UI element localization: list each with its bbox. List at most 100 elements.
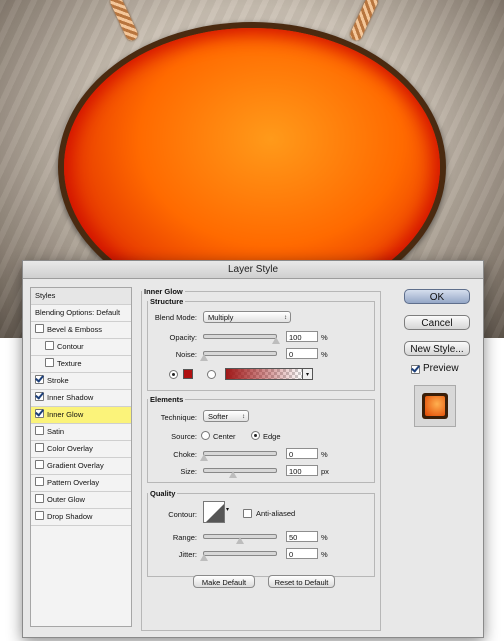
range-field[interactable]: 50 [286, 531, 318, 542]
anti-aliased-checkbox[interactable] [243, 509, 252, 518]
noise-slider-thumb[interactable] [200, 354, 208, 361]
contour-label: Contour: [168, 510, 197, 519]
style-item-label: Satin [47, 427, 65, 436]
style-item-checkbox[interactable] [45, 341, 54, 350]
choke-slider-thumb[interactable] [200, 454, 208, 461]
style-item-outer-glow[interactable]: Outer Glow [31, 492, 131, 509]
noise-unit: % [321, 350, 328, 359]
ok-button[interactable]: OK [404, 289, 470, 304]
inner-glow-title: Inner Glow [144, 287, 183, 296]
chevron-updown-icon: ↕ [242, 414, 245, 420]
style-item-checkbox[interactable] [45, 358, 54, 367]
style-item-inner-shadow[interactable]: Inner Shadow [31, 390, 131, 407]
source-label: Source: [171, 432, 197, 441]
preview-label[interactable]: Preview [423, 363, 459, 374]
size-field[interactable]: 100 [286, 465, 318, 476]
style-item-gradient-overlay[interactable]: Gradient Overlay [31, 458, 131, 475]
style-item-label: Inner Glow [47, 410, 84, 419]
style-item-label: Outer Glow [47, 495, 85, 504]
style-item-bevel-emboss[interactable]: Bevel & Emboss [31, 322, 131, 339]
style-item-color-overlay[interactable]: Color Overlay [31, 441, 131, 458]
noise-slider[interactable] [200, 351, 277, 361]
style-item-label: Color Overlay [47, 444, 93, 453]
style-item-checkbox[interactable] [35, 460, 44, 469]
technique-select[interactable]: Softer ↕ [203, 410, 249, 422]
choke-unit: % [321, 450, 328, 459]
choke-field[interactable]: 0 [286, 448, 318, 459]
reset-to-default-button[interactable]: Reset to Default [268, 575, 335, 588]
preview-swatch [422, 393, 448, 419]
technique-label: Technique: [160, 413, 197, 422]
style-item-checkbox[interactable] [35, 392, 44, 401]
contour-picker[interactable] [203, 501, 225, 523]
style-item-checkbox[interactable] [35, 409, 44, 418]
range-slider[interactable] [203, 534, 277, 544]
glow-gradient-picker[interactable] [225, 368, 303, 380]
jitter-slider-thumb[interactable] [200, 554, 208, 561]
preview-swatch-glow [425, 396, 445, 416]
contour-curve-icon [206, 504, 224, 522]
layer-style-dialog: Layer Style Styles Blending Options: Def… [22, 260, 484, 638]
size-slider-thumb[interactable] [228, 471, 237, 478]
quality-title: Quality [150, 489, 176, 498]
jitter-unit: % [321, 550, 328, 559]
size-label: Size: [180, 467, 197, 476]
style-item-label: Texture [57, 359, 82, 368]
gradient-source-radio[interactable] [207, 370, 216, 379]
style-item-checkbox[interactable] [35, 511, 44, 520]
range-slider-thumb[interactable] [236, 537, 244, 544]
style-item-checkbox[interactable] [35, 443, 44, 452]
make-default-button[interactable]: Make Default [193, 575, 255, 588]
jitter-label: Jitter: [178, 550, 197, 559]
opacity-unit: % [321, 333, 328, 342]
contour-dropdown-arrow[interactable]: ▾ [226, 506, 229, 513]
inner-glow-panel: Inner Glow Structure Blend Mode: Multipl… [141, 287, 381, 632]
jitter-field[interactable]: 0 [286, 548, 318, 559]
size-slider[interactable] [203, 468, 277, 478]
new-style-button[interactable]: New Style... [404, 341, 470, 356]
style-item-satin[interactable]: Satin [31, 424, 131, 441]
color-source-radio[interactable] [169, 370, 178, 379]
style-item-label: Gradient Overlay [47, 461, 104, 470]
size-unit: px [321, 467, 329, 476]
anti-aliased-label[interactable]: Anti-aliased [256, 509, 295, 518]
technique-value: Softer [208, 412, 229, 421]
style-item-drop-shadow[interactable]: Drop Shadow [31, 509, 131, 526]
opacity-slider-thumb[interactable] [272, 337, 280, 344]
style-item-checkbox[interactable] [35, 324, 44, 333]
styles-items: Blending Options: Default Bevel & Emboss C… [31, 305, 131, 526]
style-item-label: Blending Options: Default [35, 308, 121, 317]
choke-slider[interactable] [200, 451, 277, 461]
source-edge-label[interactable]: Edge [263, 432, 281, 441]
style-item-label: Contour [57, 342, 84, 351]
source-center-label[interactable]: Center [213, 432, 236, 441]
styles-header[interactable]: Styles [31, 288, 131, 305]
noise-label: Noise: [175, 350, 197, 359]
style-item-texture[interactable]: Texture [31, 356, 131, 373]
style-item-inner-glow[interactable]: Inner Glow [31, 407, 131, 424]
cancel-button[interactable]: Cancel [404, 315, 470, 330]
dialog-title[interactable]: Layer Style [23, 261, 483, 279]
noise-field[interactable]: 0 [286, 348, 318, 359]
style-item-checkbox[interactable] [35, 494, 44, 503]
jitter-slider[interactable] [200, 551, 277, 561]
elements-title: Elements [150, 395, 184, 404]
style-item-blending-options-default[interactable]: Blending Options: Default [31, 305, 131, 322]
opacity-field[interactable]: 100 [286, 331, 318, 342]
style-item-checkbox[interactable] [35, 375, 44, 384]
source-edge-radio[interactable] [251, 431, 260, 440]
style-item-stroke[interactable]: Stroke [31, 373, 131, 390]
gradient-dropdown-arrow[interactable]: ▾ [303, 368, 313, 380]
styles-list: Styles Blending Options: Default Bevel & … [30, 287, 132, 627]
opacity-slider[interactable] [203, 334, 280, 344]
style-item-label: Stroke [47, 376, 69, 385]
blend-mode-select[interactable]: Multiply ↕ [203, 311, 291, 323]
style-item-pattern-overlay[interactable]: Pattern Overlay [31, 475, 131, 492]
glow-color-swatch[interactable] [183, 369, 193, 379]
preview-checkbox[interactable] [411, 365, 420, 374]
style-item-checkbox[interactable] [35, 477, 44, 486]
blend-mode-label: Blend Mode: [154, 313, 197, 322]
source-center-radio[interactable] [201, 431, 210, 440]
style-item-contour[interactable]: Contour [31, 339, 131, 356]
style-item-checkbox[interactable] [35, 426, 44, 435]
